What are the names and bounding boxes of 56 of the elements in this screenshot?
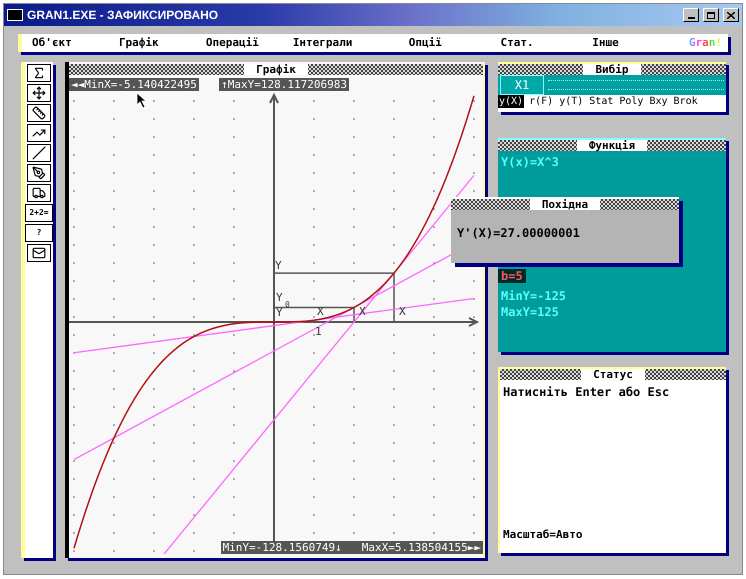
function-type-tab[interactable]: y(X) [498, 95, 524, 108]
minimize-icon [688, 17, 694, 19]
close-icon [727, 12, 735, 18]
tool-button[interactable] [27, 84, 51, 102]
menu-item[interactable]: Операції [206, 34, 293, 52]
function-type-tab[interactable]: r(F) [528, 95, 554, 108]
function-title: Функція [576, 140, 648, 151]
function-line: Y(x)=X^3 [501, 155, 559, 169]
tool-button[interactable] [27, 124, 51, 142]
function-type-tab[interactable]: Poly [618, 95, 644, 108]
move-icon [32, 86, 46, 100]
tool-button[interactable] [27, 164, 51, 182]
mail-icon [32, 246, 46, 260]
selector-title: Вибір [583, 64, 641, 75]
tool-button[interactable]: ? [25, 224, 53, 242]
menu-item[interactable]: Інтеграли [292, 34, 409, 52]
function-line: b=5 [501, 269, 523, 283]
maximize-button[interactable] [703, 8, 719, 22]
max-x-label: MaxX=5.138504155►► [362, 541, 481, 554]
status-message: Натисніть Enter або Esc [502, 384, 670, 401]
tool-button[interactable] [27, 104, 51, 122]
menu-item[interactable]: Об'єкт [32, 34, 119, 52]
min-y-label: MinY=-128.1560749↓ [222, 541, 342, 554]
menu-item[interactable]: Стат. [500, 34, 592, 52]
function-line: MinY=-125 [501, 289, 566, 303]
menu-item[interactable]: Графік [118, 34, 206, 52]
minimize-button[interactable] [683, 8, 699, 22]
menu-item[interactable]: Інше [592, 34, 689, 52]
min-x-label: ◄◄MinX=-5.140422495 [69, 78, 199, 90]
slash-icon [32, 146, 46, 160]
menu-item[interactable]: Опції [408, 34, 500, 52]
function-type-tab[interactable]: Brok [672, 95, 699, 108]
max-y-label: ↑MaxY=128.117206983 [219, 78, 349, 90]
graph-title: Графік [244, 64, 308, 75]
function-type-tab[interactable]: Bxy [648, 95, 669, 108]
tool-button[interactable]: 2+2= [25, 204, 53, 222]
app-icon [7, 9, 23, 21]
function-type-tab[interactable]: Stat [588, 95, 614, 108]
cursor-icon [137, 93, 147, 108]
close-button[interactable] [723, 8, 739, 22]
maximize-icon [707, 12, 715, 18]
tool-button[interactable] [27, 64, 51, 82]
pen-icon [32, 166, 46, 180]
status-title: Статус [581, 369, 645, 380]
tool-button[interactable] [27, 184, 51, 202]
truck-icon [32, 186, 46, 200]
tool-button[interactable] [27, 144, 51, 162]
derivative-title: Похідна [530, 199, 600, 210]
derivative-value: Y'(X)=27.00000001 [456, 225, 581, 242]
function-line: MaxY=125 [501, 305, 559, 319]
scale-label: Масштаб=Авто [502, 526, 584, 542]
sigma-icon [32, 66, 46, 80]
window-title: GRAN1.EXE - ЗАФИКСИРОВАНО [27, 7, 220, 24]
tool-button[interactable] [27, 244, 51, 262]
ruler-icon [32, 106, 46, 120]
function-type-tab[interactable]: y(T) [558, 95, 584, 108]
